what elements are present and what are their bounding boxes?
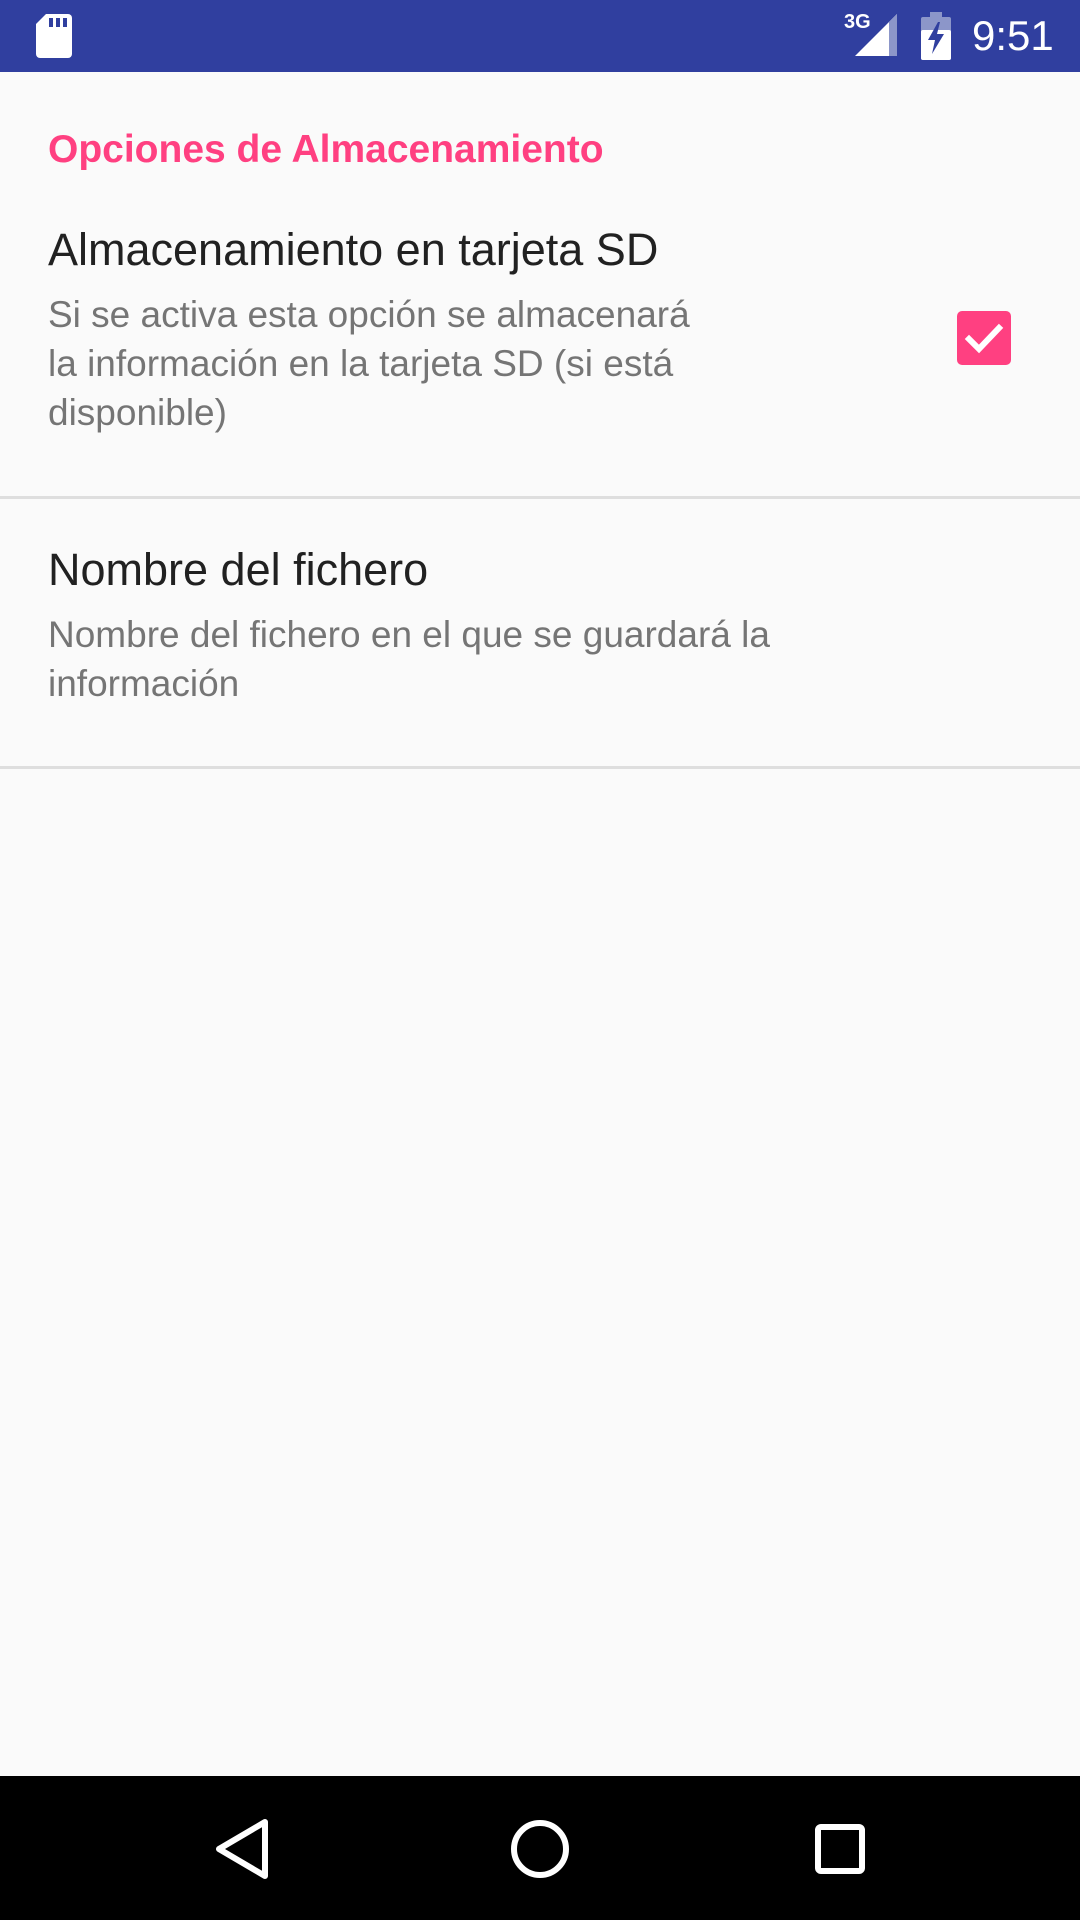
sd-card-icon (36, 14, 72, 58)
navigation-bar (0, 1776, 1080, 1920)
category-title: Opciones de Almacenamiento (48, 128, 604, 171)
divider (0, 496, 1080, 499)
recents-button[interactable] (790, 1800, 890, 1896)
pref-summary-line: Si se activa esta opción se almacenará (48, 294, 690, 335)
pref-title: Almacenamiento en tarjeta SD (48, 224, 659, 275)
checkmark-icon (957, 323, 1011, 369)
pref-summary: Nombre del fichero en el que se guardará… (48, 610, 770, 708)
pref-summary-line: Nombre del fichero en el que se guardará… (48, 614, 770, 655)
pref-summary-line: disponible) (48, 392, 227, 433)
back-button[interactable] (191, 1800, 291, 1896)
settings-screen: 3G 9:51 Opciones de Almacenamiento Almac… (0, 0, 1080, 1920)
pref-summary-line: la información en la tarjeta SD (si está (48, 343, 674, 384)
pref-item-filename[interactable]: Nombre del fichero Nombre del fichero en… (0, 542, 1080, 812)
pref-summary: Si se activa esta opción se almacenará l… (48, 290, 690, 437)
status-bar: 3G 9:51 (0, 0, 1080, 72)
signal-icon (845, 12, 897, 58)
clock: 9:51 (972, 12, 1054, 59)
pref-item-sd-storage[interactable]: Almacenamiento en tarjeta SD Si se activ… (0, 222, 1080, 570)
pref-title: Nombre del fichero (48, 544, 429, 595)
divider (0, 766, 1080, 769)
sd-storage-checkbox[interactable] (957, 311, 1011, 365)
battery-charging-icon (921, 12, 951, 60)
pref-summary-line: información (48, 663, 240, 704)
home-button[interactable] (490, 1800, 590, 1896)
